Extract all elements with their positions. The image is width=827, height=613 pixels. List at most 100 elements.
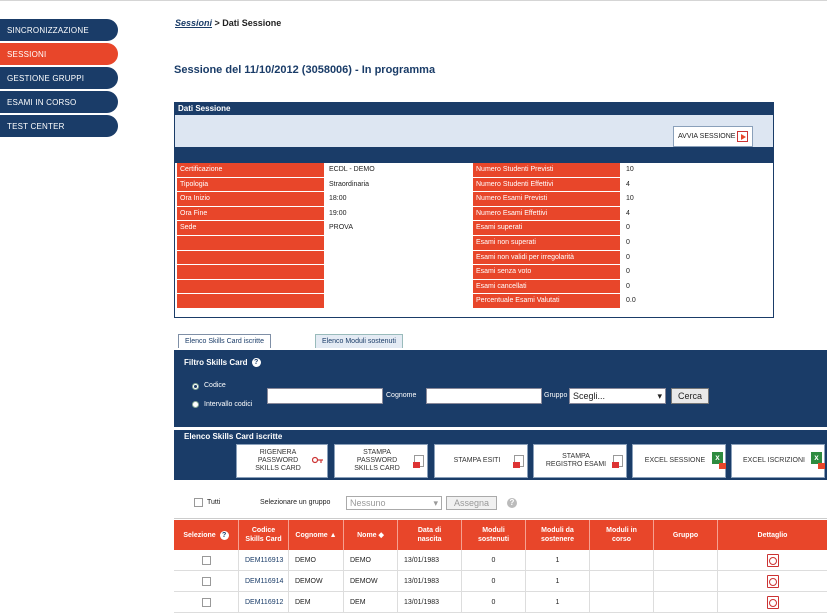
- cell-cognome: DEMO: [289, 550, 344, 571]
- col-dettaglio: Dettaglio: [718, 520, 827, 550]
- dettaglio-icon[interactable]: [766, 596, 779, 609]
- cerca-button[interactable]: Cerca: [671, 388, 710, 404]
- sidebar-item-label: TEST CENTER: [7, 121, 65, 131]
- cell-selezione: [174, 550, 239, 571]
- pdf-icon: [513, 455, 524, 468]
- dati-row: Esami cancellati 0: [175, 279, 773, 295]
- assegna-gruppo-select[interactable]: Nessuno: [346, 496, 442, 510]
- cognome-label: Cognome: [386, 392, 417, 399]
- col-nome-label: Nome: [357, 531, 377, 539]
- sidebar-item-label: SINCRONIZZAZIONE: [7, 25, 89, 35]
- dati-row: Tipologia Straordinaria Numero Studenti Ef…: [175, 177, 773, 193]
- filtro-title-text: Filtro Skills Card: [184, 358, 248, 367]
- excel-sessione-button[interactable]: EXCEL SESSIONE x: [632, 444, 726, 478]
- rigenera-password-button[interactable]: RIGENERA PASSWORD SKILLS CARD: [236, 444, 328, 478]
- panel-separator: [175, 147, 773, 163]
- stampa-registro-button[interactable]: STAMPA REGISTRO ESAMI: [533, 444, 627, 478]
- radio-intervallo-label: Intervallo codici: [204, 401, 253, 408]
- sidebar-item-sincronizzazione[interactable]: SINCRONIZZAZIONE: [0, 19, 118, 41]
- col-data-nascita-label: Data di nascita: [417, 527, 442, 543]
- dati-sessione-panel: Dati Sessione AVVIA SESSIONE Certificazi…: [174, 102, 774, 318]
- cell-cognome: DEMOW: [289, 571, 344, 592]
- pdf-icon: [413, 455, 424, 468]
- tab-elenco-moduli[interactable]: Elenco Moduli sostenuti: [315, 334, 403, 348]
- cell-gruppo: [654, 550, 718, 571]
- dettaglio-icon[interactable]: [766, 575, 779, 588]
- cognome-input[interactable]: [426, 388, 542, 404]
- dati-right-label: Numero Studenti Previsti: [473, 163, 620, 177]
- sort-icon: ◆: [376, 531, 384, 539]
- row-checkbox[interactable]: [201, 577, 211, 586]
- dati-left-label: [177, 265, 324, 279]
- dati-left-label: [177, 279, 324, 294]
- breadcrumb-link-sessioni[interactable]: Sessioni: [175, 18, 212, 28]
- col-codice[interactable]: Codice Skills Card: [239, 520, 289, 550]
- sidebar-item-label: SESSIONI: [7, 49, 47, 59]
- dati-right-label: Numero Esami Previsti: [473, 192, 620, 206]
- dati-row: Percentuale Esami Valutati 0.0: [175, 294, 773, 309]
- stampa-password-button[interactable]: STAMPA PASSWORD SKILLS CARD: [334, 444, 428, 478]
- cell-moduli-in-corso: [590, 571, 654, 592]
- sidebar-item-gestione-gruppi[interactable]: GESTIONE GRUPPI: [0, 67, 118, 89]
- dati-right-label: Percentuale Esami Valutati: [473, 294, 620, 308]
- dati-left-label: [177, 250, 324, 265]
- dati-left-label: Tipologia: [177, 177, 324, 192]
- dati-right-value: 0: [626, 253, 630, 261]
- tab-elenco-skills-card[interactable]: Elenco Skills Card iscritte: [178, 334, 271, 348]
- codice-link[interactable]: DEM116914: [245, 578, 283, 585]
- col-moduli-sostenuti-label: Moduli sostenuti: [477, 527, 510, 543]
- sidebar: SINCRONIZZAZIONE SESSIONI GESTIONE GRUPP…: [0, 19, 118, 139]
- dati-row: Sede PROVA Esami superati 0: [175, 221, 773, 236]
- gruppo-select-label: Selezionare un gruppo: [260, 499, 331, 506]
- dati-right-label: Esami senza voto: [473, 265, 620, 279]
- sidebar-item-label: ESAMI IN CORSO: [7, 97, 77, 107]
- tutti-checkbox[interactable]: [194, 498, 203, 507]
- radio-codice-label: Codice: [204, 382, 226, 389]
- col-cognome[interactable]: Cognome ▲: [289, 520, 344, 550]
- assegna-button[interactable]: Assegna: [446, 496, 498, 510]
- dati-right-label: Numero Studenti Effettivi: [473, 177, 620, 192]
- breadcrumb-separator: >: [212, 18, 223, 28]
- dati-row: Esami non validi per irregolarità 0: [175, 250, 773, 266]
- radio-codice[interactable]: [192, 383, 199, 390]
- cell-moduli-da-sostenere: 1: [526, 550, 590, 571]
- gruppo-select[interactable]: Scegli...: [569, 388, 666, 404]
- sidebar-item-sessioni[interactable]: SESSIONI: [0, 43, 118, 65]
- dati-right-label: Esami non superati: [473, 235, 620, 250]
- help-icon[interactable]: ?: [219, 530, 229, 540]
- col-data-nascita[interactable]: Data di nascita: [398, 520, 462, 550]
- radio-intervallo-codici[interactable]: [192, 401, 199, 408]
- dati-left-label: Ora Fine: [177, 206, 324, 221]
- gruppo-label: Gruppo: [544, 392, 568, 399]
- rigenera-password-label: RIGENERA PASSWORD SKILLS CARD: [255, 449, 301, 472]
- cell-codice: DEM116914: [239, 571, 289, 592]
- selection-row: Tutti Selezionare un gruppo Nessuno Asse…: [174, 489, 827, 519]
- skills-card-table: Selezione? Codice Skills Card Cognome ▲ …: [174, 520, 827, 613]
- cell-selezione: [174, 571, 239, 592]
- row-checkbox[interactable]: [201, 598, 211, 607]
- row-checkbox[interactable]: [201, 556, 211, 565]
- elenco-toolbar: Elenco Skills Card iscritte RIGENERA PAS…: [174, 430, 827, 480]
- col-codice-label: Codice Skills Card: [245, 527, 282, 543]
- play-icon: [737, 131, 748, 142]
- cell-nome: DEMOW: [344, 571, 398, 592]
- codice-link[interactable]: DEM116913: [245, 557, 283, 564]
- help-icon[interactable]: ?: [251, 358, 261, 368]
- sidebar-item-esami-in-corso[interactable]: ESAMI IN CORSO: [0, 91, 118, 113]
- codice-input[interactable]: [267, 388, 383, 404]
- dati-right-label: Numero Esami Effettivi: [473, 206, 620, 221]
- col-nome[interactable]: Nome ◆: [344, 520, 398, 550]
- dati-right-value: 0: [626, 268, 630, 276]
- excel-icon: x: [811, 452, 825, 469]
- filtro-skills-card: Filtro Skills Card? Codice Intervallo co…: [174, 350, 827, 427]
- excel-iscrizioni-button[interactable]: EXCEL ISCRIZIONI x: [731, 444, 825, 478]
- help-icon[interactable]: ?: [507, 498, 517, 508]
- dettaglio-icon[interactable]: [766, 554, 779, 567]
- stampa-esiti-button[interactable]: STAMPA ESITI: [434, 444, 528, 478]
- cell-data-nascita: 13/01/1983: [398, 571, 462, 592]
- col-moduli-da-sostenere: Moduli da sostenere: [526, 520, 590, 550]
- sidebar-item-test-center[interactable]: TEST CENTER: [0, 115, 118, 137]
- avvia-sessione-button[interactable]: AVVIA SESSIONE: [673, 126, 753, 147]
- codice-link[interactable]: DEM116912: [245, 599, 283, 606]
- dati-row: Esami senza voto 0: [175, 265, 773, 280]
